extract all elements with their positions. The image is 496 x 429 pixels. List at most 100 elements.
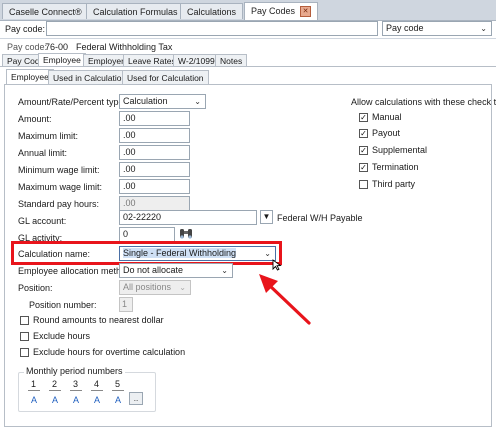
tab-label: Pay Codes <box>251 6 296 16</box>
tab-label: Employee <box>11 72 49 82</box>
divider <box>28 390 40 391</box>
period-value[interactable]: A <box>73 395 79 405</box>
divider <box>0 38 496 39</box>
app-tab-bar: Caselle Connect® Calculation Formulas Ca… <box>0 0 496 21</box>
tab-calculation-formulas[interactable]: Calculation Formulas <box>86 3 185 19</box>
period-value[interactable]: A <box>52 395 58 405</box>
tab-employee[interactable]: Employee <box>38 53 86 67</box>
tab-calculations[interactable]: Calculations <box>180 3 244 19</box>
tab-used-for-calculation[interactable]: Used for Calculation <box>122 70 209 84</box>
period-number: 4 <box>94 379 100 389</box>
termination-label: Termination <box>372 162 419 172</box>
position-number-label: Position number: <box>29 300 97 310</box>
max-wage-input[interactable]: .00 <box>119 179 190 194</box>
std-hours-input: .00 <box>119 196 190 211</box>
tab-label: Calculation Formulas <box>93 7 178 17</box>
more-periods-button[interactable]: .. <box>129 392 143 405</box>
alloc-value: Do not allocate <box>123 265 184 275</box>
period-value[interactable]: A <box>115 395 121 405</box>
divider <box>49 390 61 391</box>
paycode-label: Pay code: <box>7 42 48 52</box>
search-input[interactable] <box>46 21 378 36</box>
paycode-description: Federal Withholding Tax <box>76 42 173 52</box>
period-number: 3 <box>73 379 79 389</box>
gl-account-dropdown[interactable]: ▼ <box>260 210 273 224</box>
exclude-ot-checkbox[interactable] <box>20 348 29 357</box>
search-type-select[interactable]: Pay code ⌄ <box>382 21 492 36</box>
termination-checkbox[interactable]: ✓ <box>359 163 368 172</box>
round-label: Round amounts to nearest dollar <box>33 315 164 325</box>
gl-account-label: GL account: <box>18 216 67 226</box>
gl-account-input[interactable]: 02-22220 <box>119 210 257 225</box>
tab-label: W-2/1099 <box>178 56 215 66</box>
tab-label: Used in Calculations <box>53 73 131 83</box>
period-number: 2 <box>52 379 58 389</box>
tab-label: Employer <box>88 56 124 66</box>
tab-label: Employee <box>43 55 81 65</box>
amount-input[interactable]: .00 <box>119 111 190 126</box>
period-number: 5 <box>115 379 121 389</box>
tab-caselle-connect[interactable]: Caselle Connect® <box>2 3 89 19</box>
annual-limit-input[interactable]: .00 <box>119 145 190 160</box>
tab-pay-codes[interactable]: Pay Codes ✕ <box>244 2 319 20</box>
payout-checkbox[interactable]: ✓ <box>359 129 368 138</box>
payout-label: Payout <box>372 128 401 138</box>
search-label: Pay code: <box>5 24 46 34</box>
supplemental-label: Supplemental <box>372 145 428 155</box>
chevron-down-icon: ⌄ <box>480 24 487 33</box>
amount-label: Amount: <box>18 114 52 124</box>
manual-label: Manual <box>372 112 402 122</box>
calculation-name-select[interactable]: Single - Federal Withholding ⌄ <box>119 246 276 261</box>
third-party-checkbox[interactable] <box>359 180 368 189</box>
period-value[interactable]: A <box>94 395 100 405</box>
position-label: Position: <box>18 283 53 293</box>
amount-type-label: Amount/Rate/Percent type: <box>18 97 127 107</box>
alloc-select[interactable]: Do not allocate ⌄ <box>119 263 233 278</box>
alloc-label: Employee allocation method: <box>18 266 134 276</box>
amount-type-value: Calculation <box>123 96 168 106</box>
check-types-title: Allow calculations with these check type… <box>351 97 496 107</box>
binoculars-icon[interactable] <box>179 227 193 240</box>
max-limit-label: Maximum limit: <box>18 131 78 141</box>
min-wage-label: Minimum wage limit: <box>18 165 100 175</box>
exclude-hours-checkbox[interactable] <box>20 332 29 341</box>
tab-label: Calculations <box>187 7 237 17</box>
divider <box>91 390 103 391</box>
chevron-down-icon: ⌄ <box>264 249 271 258</box>
gl-activity-input[interactable]: 0 <box>119 227 175 242</box>
tab-employee-inner[interactable]: Employee <box>6 69 54 85</box>
annotation-arrow <box>252 268 314 328</box>
std-hours-label: Standard pay hours: <box>18 199 100 209</box>
max-limit-input[interactable]: .00 <box>119 128 190 143</box>
gl-account-description: Federal W/H Payable <box>277 213 363 223</box>
round-checkbox[interactable] <box>20 316 29 325</box>
third-party-label: Third party <box>372 179 416 189</box>
amount-type-select[interactable]: Calculation ⌄ <box>119 94 206 109</box>
min-wage-input[interactable]: .00 <box>119 162 190 177</box>
tab-label: Used for Calculation <box>127 73 204 83</box>
position-number-value: 1 <box>122 299 128 309</box>
supplemental-checkbox[interactable]: ✓ <box>359 146 368 155</box>
paycode-value: 76-00 <box>45 42 69 52</box>
manual-checkbox[interactable]: ✓ <box>359 113 368 122</box>
annual-limit-label: Annual limit: <box>18 148 68 158</box>
chevron-down-icon: ⌄ <box>221 266 228 275</box>
position-number-input: 1 <box>119 297 133 312</box>
position-select: All positions ⌄ <box>119 280 191 295</box>
exclude-hours-label: Exclude hours <box>33 331 91 341</box>
tab-label: Leave Rates <box>128 56 176 66</box>
max-wage-label: Maximum wage limit: <box>18 182 103 192</box>
calc-name-label: Calculation name: <box>18 249 91 259</box>
chevron-down-icon: ⌄ <box>179 283 186 292</box>
position-value: All positions <box>123 282 172 292</box>
chevron-down-icon: ⌄ <box>194 97 201 106</box>
tab-label: Notes <box>220 56 243 66</box>
period-number: 1 <box>31 379 37 389</box>
exclude-ot-label: Exclude hours for overtime calculation <box>33 347 186 357</box>
monthly-period-title: Monthly period numbers <box>24 366 125 376</box>
calc-name-value: Single - Federal Withholding <box>123 248 237 258</box>
period-value[interactable]: A <box>31 395 37 405</box>
tab-label: Caselle Connect® <box>9 7 82 17</box>
search-type-value: Pay code <box>386 23 424 33</box>
close-icon[interactable]: ✕ <box>300 6 312 17</box>
